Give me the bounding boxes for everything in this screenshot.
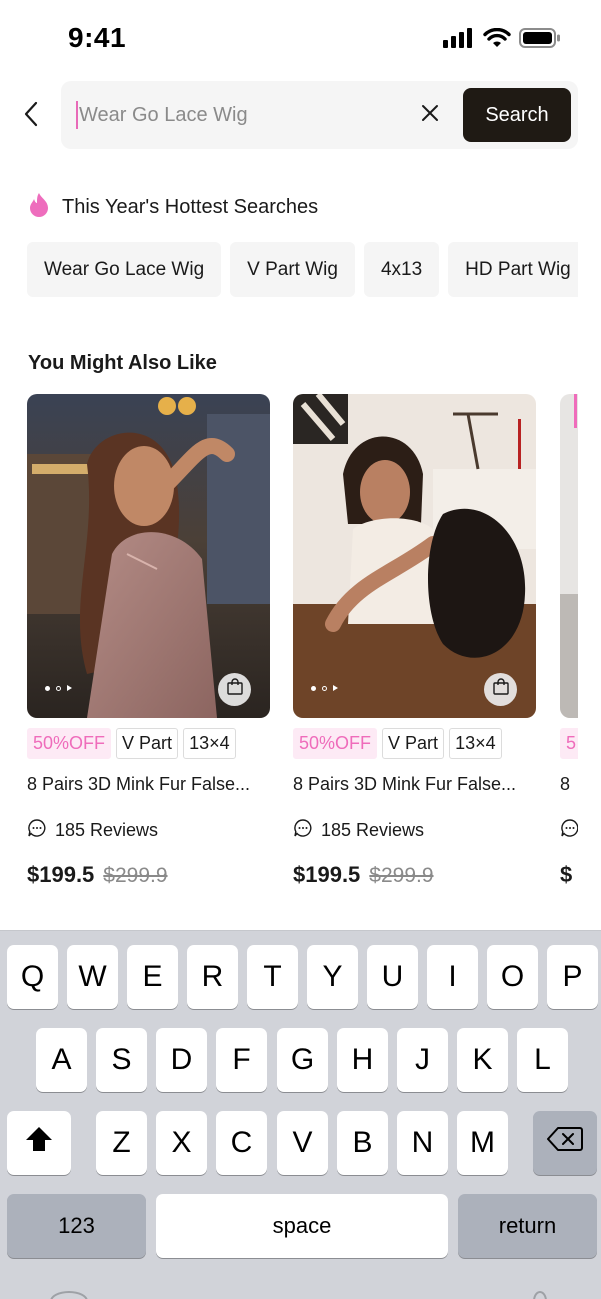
- wifi-icon: [483, 27, 511, 53]
- sale-price: $: [560, 862, 573, 887]
- product-image[interactable]: [27, 394, 270, 718]
- key-a[interactable]: A: [36, 1028, 87, 1092]
- back-button[interactable]: [14, 97, 48, 135]
- discount-badge: 5: [560, 728, 578, 759]
- recommendations-title: You Might Also Like: [28, 352, 217, 374]
- product-reviews: 185 Reviews: [27, 818, 158, 843]
- key-u[interactable]: U: [367, 945, 418, 1009]
- product-tags: 50%OFF V Part 13×4: [293, 728, 502, 759]
- key-n[interactable]: N: [397, 1111, 448, 1175]
- product-tag: V Part: [382, 728, 445, 759]
- shopping-bag-icon: [226, 678, 244, 701]
- key-s[interactable]: S: [96, 1028, 147, 1092]
- product-title[interactable]: 8 Pairs 3D Mink Fur False...: [293, 774, 533, 795]
- add-to-bag-button[interactable]: [484, 673, 517, 706]
- product-prices: $199.5 $299.9: [293, 862, 434, 888]
- add-to-bag-button[interactable]: [218, 673, 251, 706]
- original-price: $299.9: [369, 864, 434, 887]
- key-t[interactable]: T: [247, 945, 298, 1009]
- key-p[interactable]: P: [547, 945, 598, 1009]
- status-icons: [443, 27, 561, 53]
- fire-icon: [28, 192, 50, 223]
- key-f[interactable]: F: [216, 1028, 267, 1092]
- backspace-icon: [547, 1126, 583, 1160]
- discount-badge: 50%OFF: [293, 728, 378, 759]
- status-bar: 9:41: [0, 0, 601, 78]
- search-bar: Search: [61, 81, 578, 149]
- search-input[interactable]: [79, 95, 409, 135]
- sale-price: $199.5: [293, 862, 361, 887]
- space-key[interactable]: space: [156, 1194, 448, 1258]
- status-time: 9:41: [68, 22, 127, 53]
- signal-icon: [443, 28, 475, 53]
- sale-price: $199.5: [27, 862, 95, 887]
- hottest-search-chips: Wear Go Lace Wig V Part Wig 4x13 HD Part Wi…: [27, 242, 578, 298]
- key-v[interactable]: V: [277, 1111, 328, 1175]
- shift-icon: [24, 1125, 54, 1161]
- shift-key[interactable]: [7, 1111, 71, 1175]
- numbers-key[interactable]: 123: [7, 1194, 146, 1258]
- product-card[interactable]: 5 8 $: [560, 394, 578, 887]
- product-card[interactable]: 50%OFF V Part 13×4 8 Pairs 3D Mink Fur F…: [27, 394, 270, 887]
- hottest-searches-header: This Year's Hottest Searches: [28, 192, 318, 223]
- key-o[interactable]: O: [487, 945, 538, 1009]
- search-chip[interactable]: V Part Wig: [230, 242, 355, 297]
- key-z[interactable]: Z: [96, 1111, 147, 1175]
- chat-bubble-icon: [27, 818, 47, 843]
- key-d[interactable]: D: [156, 1028, 207, 1092]
- text-cursor: [76, 101, 78, 129]
- search-chip[interactable]: 4x13: [363, 242, 440, 297]
- product-prices: $: [560, 862, 572, 888]
- return-key[interactable]: return: [458, 1194, 597, 1258]
- reviews-count: 185 Reviews: [321, 820, 425, 840]
- product-card[interactable]: 50%OFF V Part 13×4 8 Pairs 3D Mink Fur F…: [293, 394, 536, 887]
- hottest-searches-title: This Year's Hottest Searches: [62, 196, 319, 218]
- product-prices: $199.5 $299.9: [27, 862, 168, 888]
- image-pagination-dots: [45, 685, 72, 691]
- key-q[interactable]: Q: [7, 945, 58, 1009]
- key-l[interactable]: L: [517, 1028, 568, 1092]
- clear-button[interactable]: [418, 103, 442, 127]
- key-i[interactable]: I: [427, 945, 478, 1009]
- key-m[interactable]: M: [457, 1111, 508, 1175]
- battery-icon: [519, 28, 561, 53]
- product-title[interactable]: 8: [560, 774, 578, 795]
- key-j[interactable]: J: [397, 1028, 448, 1092]
- product-image[interactable]: [293, 394, 536, 718]
- key-g[interactable]: G: [277, 1028, 328, 1092]
- product-image[interactable]: [560, 394, 578, 718]
- product-carousel: 50%OFF V Part 13×4 8 Pairs 3D Mink Fur F…: [27, 394, 578, 904]
- key-b[interactable]: B: [337, 1111, 388, 1175]
- clear-icon: [421, 104, 439, 127]
- discount-badge: 50%OFF: [27, 728, 112, 759]
- key-x[interactable]: X: [156, 1111, 207, 1175]
- search-chip[interactable]: HD Part Wig: [448, 242, 578, 297]
- product-tag: V Part: [116, 728, 179, 759]
- shopping-bag-icon: [492, 678, 510, 701]
- product-tags: 5: [560, 728, 578, 759]
- product-reviews: 185 Reviews: [293, 818, 424, 843]
- search-chip[interactable]: Wear Go Lace Wig: [27, 242, 222, 297]
- product-title[interactable]: 8 Pairs 3D Mink Fur False...: [27, 774, 267, 795]
- product-reviews: [560, 818, 578, 843]
- product-tag: 13×4: [183, 728, 236, 759]
- product-tags: 50%OFF V Part 13×4: [27, 728, 236, 759]
- search-button[interactable]: Search: [463, 88, 571, 142]
- key-w[interactable]: W: [67, 945, 118, 1009]
- key-c[interactable]: C: [216, 1111, 267, 1175]
- product-tag: 13×4: [449, 728, 502, 759]
- backspace-key[interactable]: [533, 1111, 597, 1175]
- key-r[interactable]: R: [187, 945, 238, 1009]
- key-k[interactable]: K: [457, 1028, 508, 1092]
- key-e[interactable]: E: [127, 945, 178, 1009]
- reviews-count: 185 Reviews: [55, 820, 159, 840]
- key-h[interactable]: H: [337, 1028, 388, 1092]
- original-price: $299.9: [103, 864, 168, 887]
- chat-bubble-icon: [293, 818, 313, 843]
- chat-bubble-icon: [560, 818, 578, 843]
- image-pagination-dots: [311, 685, 338, 691]
- back-icon: [23, 101, 39, 132]
- on-screen-keyboard: Q W E R T Y U I O P A S D F G H J K L Z …: [0, 930, 601, 1299]
- key-y[interactable]: Y: [307, 945, 358, 1009]
